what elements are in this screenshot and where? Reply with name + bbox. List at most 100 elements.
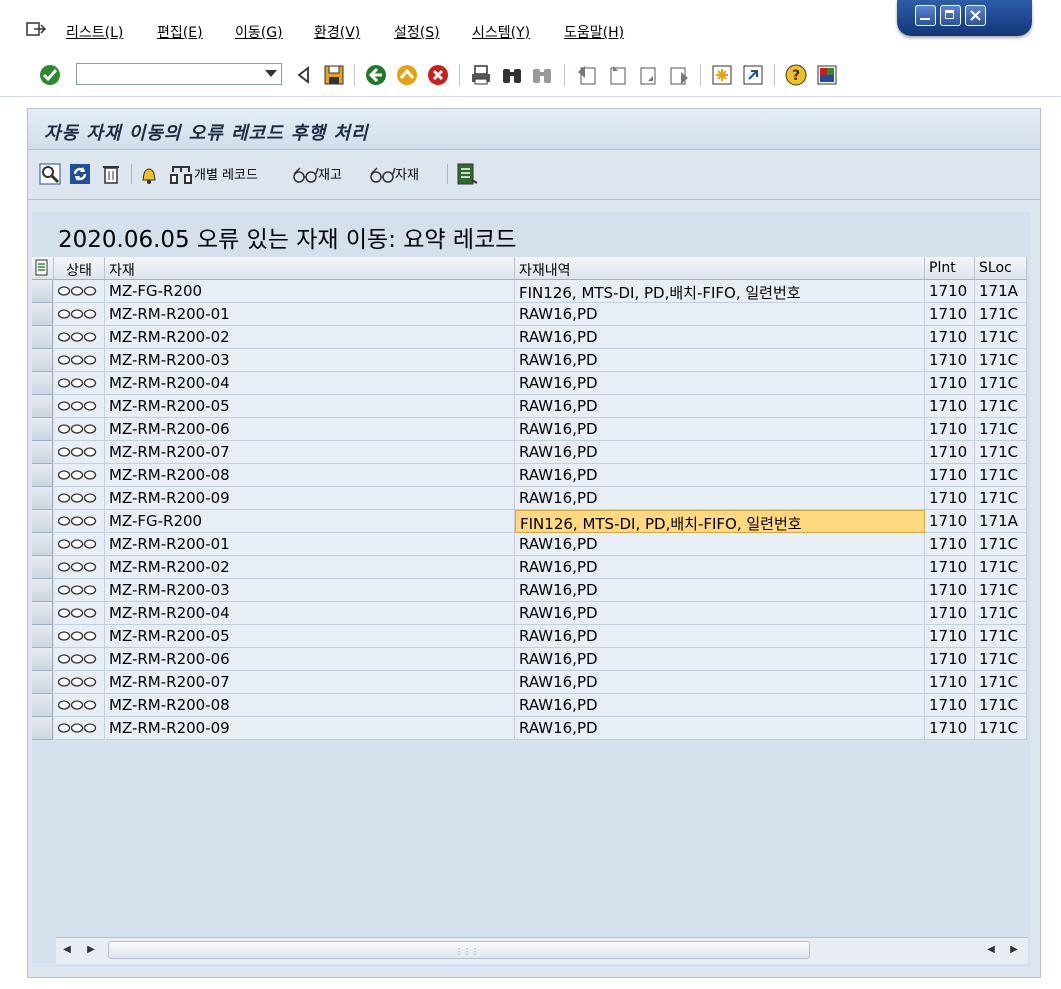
table-row[interactable]: MZ-RM-R200-07 RAW16,PD 1710 171C: [32, 441, 1027, 464]
alert-bell-icon[interactable]: [137, 163, 161, 187]
table-row[interactable]: MZ-FG-R200 FIN126, MTS-DI, PD,배치-FIFO, 일련…: [32, 510, 1027, 533]
column-header-status[interactable]: 상태: [54, 257, 105, 280]
next-page-icon[interactable]: [637, 63, 661, 87]
find-icon[interactable]: [500, 63, 524, 87]
description-cell[interactable]: RAW16,PD: [515, 533, 925, 556]
sloc-cell[interactable]: 171C: [975, 418, 1027, 441]
description-cell[interactable]: RAW16,PD: [515, 625, 925, 648]
plant-cell[interactable]: 1710: [925, 487, 975, 510]
sloc-cell[interactable]: 171A: [975, 280, 1027, 303]
scroll-right-button[interactable]: ▶: [82, 941, 100, 959]
create-session-icon[interactable]: [710, 63, 734, 87]
status-cell[interactable]: [54, 717, 105, 740]
status-cell[interactable]: [54, 556, 105, 579]
plant-cell[interactable]: 1710: [925, 372, 975, 395]
display-detail-icon[interactable]: [38, 162, 62, 186]
sloc-cell[interactable]: 171C: [975, 487, 1027, 510]
description-cell[interactable]: RAW16,PD: [515, 556, 925, 579]
refresh-icon[interactable]: [68, 162, 92, 186]
sloc-cell[interactable]: 171C: [975, 602, 1027, 625]
material-cell[interactable]: MZ-RM-R200-05: [105, 625, 515, 648]
table-row[interactable]: MZ-RM-R200-08 RAW16,PD 1710 171C: [32, 694, 1027, 717]
sloc-cell[interactable]: 171C: [975, 533, 1027, 556]
sloc-cell[interactable]: 171A: [975, 510, 1027, 533]
records-hierarchy-icon[interactable]: [169, 163, 193, 187]
status-cell[interactable]: [54, 441, 105, 464]
table-row[interactable]: MZ-RM-R200-06 RAW16,PD 1710 171C: [32, 648, 1027, 671]
status-cell[interactable]: [54, 280, 105, 303]
plant-cell[interactable]: 1710: [925, 648, 975, 671]
minimize-button[interactable]: [915, 5, 936, 26]
row-selector[interactable]: [32, 671, 53, 694]
close-window-button[interactable]: [965, 5, 986, 26]
sloc-cell[interactable]: 171C: [975, 349, 1027, 372]
row-selector[interactable]: [32, 395, 53, 418]
row-selector[interactable]: [32, 717, 53, 740]
status-cell[interactable]: [54, 349, 105, 372]
status-cell[interactable]: [54, 533, 105, 556]
plant-cell[interactable]: 1710: [925, 625, 975, 648]
delete-trash-icon[interactable]: [99, 162, 123, 186]
plant-cell[interactable]: 1710: [925, 602, 975, 625]
status-cell[interactable]: [54, 694, 105, 717]
material-cell[interactable]: MZ-RM-R200-07: [105, 671, 515, 694]
stock-glasses-icon[interactable]: [292, 166, 320, 184]
back-triangle-icon[interactable]: [292, 63, 316, 87]
status-cell[interactable]: [54, 487, 105, 510]
status-cell[interactable]: [54, 579, 105, 602]
plant-cell[interactable]: 1710: [925, 280, 975, 303]
column-header-sloc[interactable]: SLoc: [975, 257, 1027, 280]
description-cell[interactable]: RAW16,PD: [515, 418, 925, 441]
plant-cell[interactable]: 1710: [925, 579, 975, 602]
sloc-cell[interactable]: 171C: [975, 671, 1027, 694]
description-cell[interactable]: RAW16,PD: [515, 464, 925, 487]
material-cell[interactable]: MZ-RM-R200-08: [105, 464, 515, 487]
material-cell[interactable]: MZ-RM-R200-03: [105, 349, 515, 372]
material-cell[interactable]: MZ-RM-R200-04: [105, 372, 515, 395]
material-cell[interactable]: MZ-RM-R200-07: [105, 441, 515, 464]
enter-check-icon[interactable]: [38, 63, 62, 87]
material-cell[interactable]: MZ-RM-R200-05: [105, 395, 515, 418]
table-row[interactable]: MZ-RM-R200-08 RAW16,PD 1710 171C: [32, 464, 1027, 487]
exit-icon[interactable]: [395, 63, 419, 87]
plant-cell[interactable]: 1710: [925, 464, 975, 487]
material-cell[interactable]: MZ-FG-R200: [105, 510, 515, 533]
menu-goto[interactable]: 이동(G): [235, 22, 283, 42]
status-cell[interactable]: [54, 418, 105, 441]
menu-exit-icon[interactable]: [26, 20, 46, 38]
table-row[interactable]: MZ-FG-R200 FIN126, MTS-DI, PD,배치-FIFO, 일련…: [32, 280, 1027, 303]
description-cell[interactable]: RAW16,PD: [515, 648, 925, 671]
table-row[interactable]: MZ-RM-R200-01 RAW16,PD 1710 171C: [32, 533, 1027, 556]
description-cell-selected[interactable]: FIN126, MTS-DI, PD,배치-FIFO, 일련번호: [515, 510, 925, 533]
material-cell[interactable]: MZ-RM-R200-09: [105, 487, 515, 510]
sloc-cell[interactable]: 171C: [975, 717, 1027, 740]
menu-list[interactable]: 리스트(L): [66, 22, 123, 42]
plant-cell[interactable]: 1710: [925, 326, 975, 349]
table-row[interactable]: MZ-RM-R200-03 RAW16,PD 1710 171C: [32, 579, 1027, 602]
cancel-icon[interactable]: [426, 63, 450, 87]
row-selector[interactable]: [32, 602, 53, 625]
layout-export-icon[interactable]: [455, 162, 479, 186]
row-selector[interactable]: [32, 579, 53, 602]
previous-page-icon[interactable]: [605, 63, 629, 87]
description-cell[interactable]: RAW16,PD: [515, 602, 925, 625]
plant-cell[interactable]: 1710: [925, 441, 975, 464]
row-selector[interactable]: [32, 280, 53, 303]
status-cell[interactable]: [54, 602, 105, 625]
scrollbar-thumb[interactable]: ⋮⋮⋮: [108, 941, 810, 959]
status-cell[interactable]: [54, 303, 105, 326]
table-row[interactable]: MZ-RM-R200-06 RAW16,PD 1710 171C: [32, 418, 1027, 441]
plant-cell[interactable]: 1710: [925, 556, 975, 579]
material-cell[interactable]: MZ-RM-R200-04: [105, 602, 515, 625]
row-selector[interactable]: [32, 326, 53, 349]
scroll-left-button[interactable]: ◀: [58, 941, 76, 959]
column-header-description[interactable]: 자재내역: [515, 257, 925, 280]
status-cell[interactable]: [54, 671, 105, 694]
sloc-cell[interactable]: 171C: [975, 556, 1027, 579]
material-cell[interactable]: MZ-FG-R200: [105, 280, 515, 303]
row-selector[interactable]: [32, 625, 53, 648]
customize-layout-icon[interactable]: [815, 63, 839, 87]
plant-cell[interactable]: 1710: [925, 349, 975, 372]
back-icon[interactable]: [364, 63, 388, 87]
description-cell[interactable]: RAW16,PD: [515, 487, 925, 510]
